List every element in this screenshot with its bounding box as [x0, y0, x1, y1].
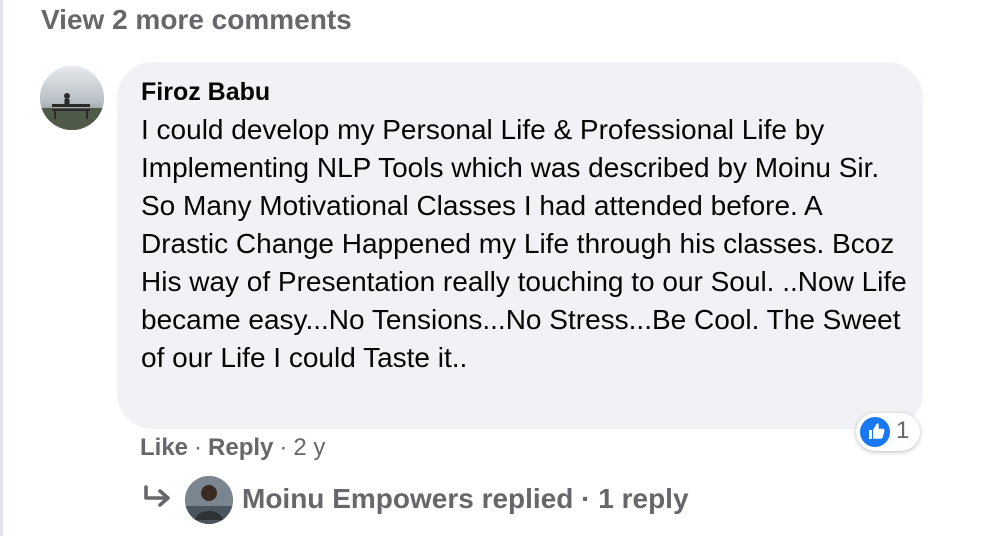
comment-bubble: Firoz Babu I could develop my Personal L…	[117, 62, 923, 429]
separator-dot: ·	[279, 434, 288, 461]
comment-actions: Like · Reply · 2 y	[140, 434, 325, 462]
separator-dot: ·	[194, 434, 203, 461]
reply-arrow-icon	[144, 485, 170, 507]
replier-avatar[interactable]	[185, 476, 233, 524]
reply-button[interactable]: Reply	[208, 434, 273, 461]
view-more-comments-link[interactable]: View 2 more comments	[41, 4, 352, 36]
like-button[interactable]: Like	[140, 434, 188, 461]
thumbs-up-icon	[860, 417, 890, 447]
comment-author-name[interactable]: Firoz Babu	[141, 78, 270, 107]
profile-photo-bench-icon	[40, 66, 104, 130]
comment-body-text: I could develop my Personal Life & Profe…	[141, 114, 907, 373]
replies-summary: Moinu Empowers replied · 1 reply	[242, 483, 689, 514]
thread-border	[0, 0, 3, 536]
commenter-avatar[interactable]	[40, 66, 104, 130]
reaction-count: 1	[896, 417, 910, 444]
comment-timestamp[interactable]: 2 y	[293, 434, 325, 461]
reaction-summary[interactable]: 1	[856, 413, 920, 451]
